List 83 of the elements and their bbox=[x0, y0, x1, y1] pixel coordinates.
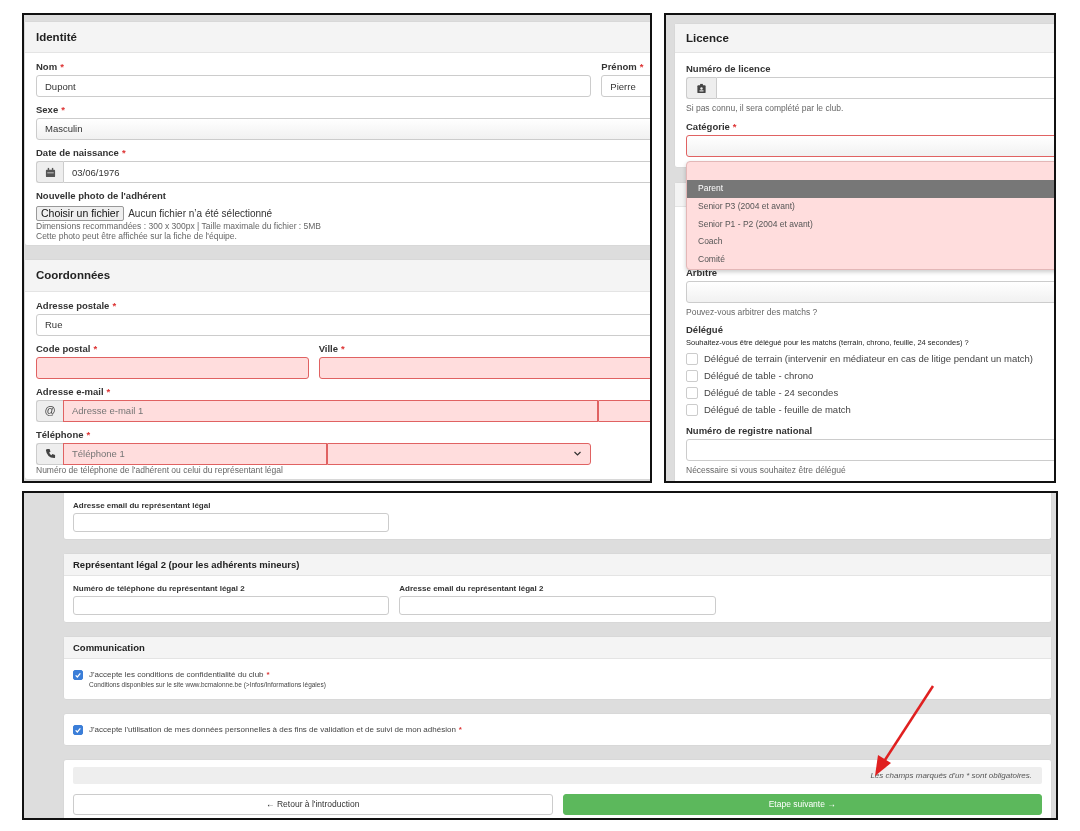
calendar-icon bbox=[44, 166, 56, 178]
dropdown-option[interactable]: Senior P3 (2004 et avant) bbox=[687, 198, 1054, 216]
card-header: Licence bbox=[675, 24, 1054, 54]
text-field[interactable] bbox=[686, 438, 1054, 461]
field-label: Adresse postale bbox=[36, 299, 110, 311]
checkbox-label: Délégué de table - chrono bbox=[704, 370, 814, 383]
field-label: Nom bbox=[36, 61, 58, 73]
card-header: Communication bbox=[64, 637, 1051, 659]
input-addon: @ bbox=[36, 399, 63, 422]
card-header: Coordonnées bbox=[25, 260, 650, 292]
text-field[interactable] bbox=[73, 596, 390, 615]
checkbox[interactable] bbox=[73, 724, 83, 735]
checkbox-label: J'accepte les conditions de confidentialité du club bbox=[89, 670, 264, 679]
select-field[interactable]: Masculin bbox=[36, 118, 650, 141]
date-field[interactable]: 03/06/1976 bbox=[63, 161, 650, 184]
field-label: Prénom bbox=[601, 61, 637, 73]
required-asterisk: * bbox=[458, 724, 462, 734]
field-label: Numéro de téléphone du représentant légal 2 bbox=[73, 584, 245, 593]
file-button[interactable]: Choisir un fichier bbox=[36, 206, 125, 222]
checkbox[interactable] bbox=[686, 353, 698, 366]
help-text: Nécessaire si vous souhaitez être délégué bbox=[686, 464, 847, 476]
checkbox[interactable] bbox=[73, 670, 83, 680]
text-field[interactable]: Dupont bbox=[36, 75, 592, 98]
file-status: Aucun fichier n’a été sélectionné bbox=[128, 207, 273, 221]
card-header: Identité bbox=[25, 22, 650, 54]
checkbox[interactable] bbox=[686, 387, 698, 400]
field-label: Téléphone bbox=[36, 428, 84, 440]
field-label: Date de naissance bbox=[36, 147, 119, 159]
text-field[interactable] bbox=[716, 77, 1054, 100]
select-field[interactable] bbox=[327, 442, 592, 465]
help-text: Dimensions recommandées : 300 x 300px | Taille maximale du fichier : 5MB bbox=[36, 221, 323, 232]
field-label: Sexe bbox=[36, 104, 59, 116]
required-asterisk: * bbox=[106, 385, 111, 397]
field-label: Catégorie bbox=[686, 121, 730, 133]
required-asterisk: * bbox=[112, 299, 117, 311]
dropdown-option[interactable]: Senior P1 - P2 (2004 et avant) bbox=[687, 215, 1054, 234]
email-field[interactable]: Adresse e-mail 1 bbox=[63, 399, 598, 422]
id-badge-icon bbox=[696, 82, 707, 94]
field-label: Adresse email du représentant légal bbox=[73, 501, 211, 510]
text-field[interactable] bbox=[399, 596, 716, 615]
text-field[interactable] bbox=[36, 356, 309, 379]
field-label: Code postal bbox=[36, 342, 91, 354]
field-label: Adresse email du représentant légal 2 bbox=[399, 584, 544, 593]
required-asterisk: * bbox=[341, 342, 345, 354]
required-asterisk: * bbox=[93, 342, 98, 354]
phone-icon bbox=[44, 448, 56, 460]
select-field[interactable] bbox=[686, 135, 1054, 158]
required-asterisk: * bbox=[266, 670, 270, 679]
field-label: Délégué bbox=[686, 324, 723, 336]
checkbox-label: Délégué de table - 24 secondes bbox=[704, 387, 839, 400]
required-asterisk: * bbox=[121, 147, 126, 159]
help-text: Si pas connu, il sera complété par le club. bbox=[686, 103, 845, 115]
required-asterisk: * bbox=[639, 61, 644, 73]
help-text: Numéro de téléphone de l'adhérent ou celui du représentant légal bbox=[36, 464, 284, 475]
field-label: Ville bbox=[318, 342, 339, 354]
required-note: Les champs marqués d'un * sont obligatoires. bbox=[73, 767, 1042, 785]
field-label: Numéro de registre national bbox=[686, 424, 813, 436]
checkbox-label: J'accepte l'utilisation de mes données personnelles à des fins de validation et de suivi de mon adhésion bbox=[89, 724, 456, 734]
required-asterisk: * bbox=[60, 61, 64, 73]
dropdown-option[interactable]: Comité bbox=[687, 251, 1054, 269]
help-text: Pouvez-vous arbitrer des matchs ? bbox=[686, 307, 819, 319]
checkbox[interactable] bbox=[686, 404, 698, 417]
field-label: Arbitre bbox=[686, 267, 718, 279]
card-header: Représentant légal 2 (pour les adhérents mineurs) bbox=[64, 554, 1051, 576]
required-asterisk: * bbox=[86, 428, 91, 440]
dropdown-option[interactable]: Parent bbox=[687, 180, 1054, 199]
checkbox-label: Délégué de table - feuille de match bbox=[704, 404, 851, 417]
select-field[interactable] bbox=[686, 281, 1054, 304]
chevron-icon bbox=[573, 449, 583, 459]
text-field[interactable] bbox=[73, 513, 390, 532]
back-button[interactable]: ← Retour à l'introduction bbox=[73, 794, 553, 816]
text-field[interactable]: Pierre bbox=[601, 75, 650, 98]
dropdown-option[interactable]: Coach bbox=[687, 233, 1054, 252]
field-label: Numéro de licence bbox=[686, 63, 771, 75]
field-label: Nouvelle photo de l'adhérent bbox=[36, 190, 166, 202]
phone-field[interactable]: Téléphone 1 bbox=[63, 442, 328, 465]
help-text: Cette photo peut être affichée sur la fiche de l'équipe. bbox=[36, 231, 238, 242]
text-field[interactable]: Rue bbox=[36, 313, 650, 336]
required-asterisk: * bbox=[61, 104, 65, 116]
field-label: Adresse e-mail bbox=[36, 385, 104, 397]
checkbox[interactable] bbox=[686, 370, 698, 383]
required-asterisk: * bbox=[732, 121, 737, 133]
checkbox-label: Délégué de terrain (intervenir en médiateur en cas de litige pendant un match) bbox=[704, 353, 1033, 366]
